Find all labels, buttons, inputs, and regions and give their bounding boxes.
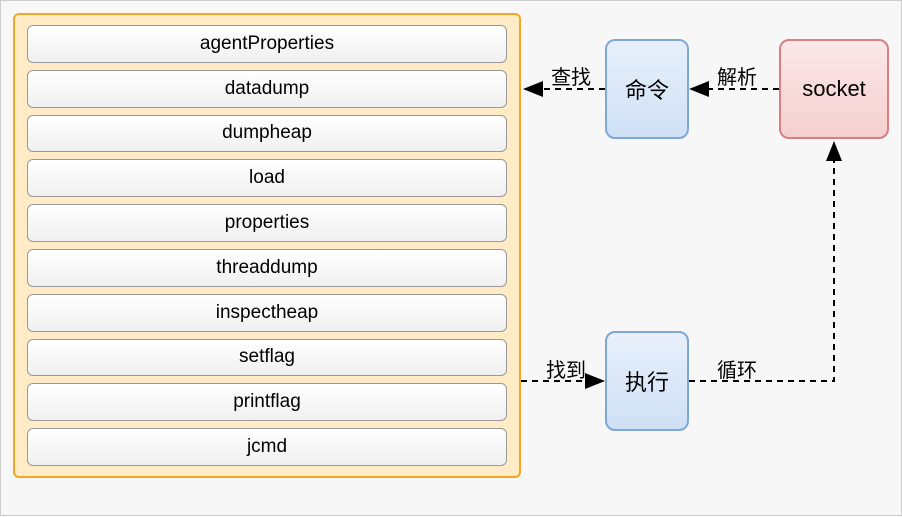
node-execute: 执行 (605, 331, 689, 431)
command-label: threaddump (216, 257, 317, 279)
command-label: inspectheap (216, 302, 318, 324)
command-label: load (249, 167, 285, 189)
command-label: datadump (225, 78, 310, 100)
command-item: load (27, 159, 507, 197)
command-item: printflag (27, 383, 507, 421)
command-label: setflag (239, 346, 295, 368)
edge-label-loop: 循环 (717, 354, 757, 383)
command-label: jcmd (247, 436, 287, 458)
node-label: socket (802, 76, 866, 102)
command-label: properties (225, 212, 310, 234)
command-label: printflag (233, 391, 301, 413)
command-item: inspectheap (27, 294, 507, 332)
node-socket: socket (779, 39, 889, 139)
command-item: properties (27, 204, 507, 242)
command-item: setflag (27, 339, 507, 377)
edge-label-found: 找到 (546, 354, 586, 383)
command-label: dumpheap (222, 122, 312, 144)
node-label: 执行 (625, 365, 669, 397)
command-item: agentProperties (27, 25, 507, 63)
node-label: 命令 (625, 73, 669, 105)
command-item: datadump (27, 70, 507, 108)
edge-label-lookup: 查找 (551, 61, 591, 90)
node-command: 命令 (605, 39, 689, 139)
command-item: dumpheap (27, 115, 507, 153)
command-item: jcmd (27, 428, 507, 466)
command-label: agentProperties (200, 33, 334, 55)
command-list-container: agentProperties datadump dumpheap load p… (13, 13, 521, 478)
edge-label-parse: 解析 (717, 61, 757, 90)
command-item: threaddump (27, 249, 507, 287)
